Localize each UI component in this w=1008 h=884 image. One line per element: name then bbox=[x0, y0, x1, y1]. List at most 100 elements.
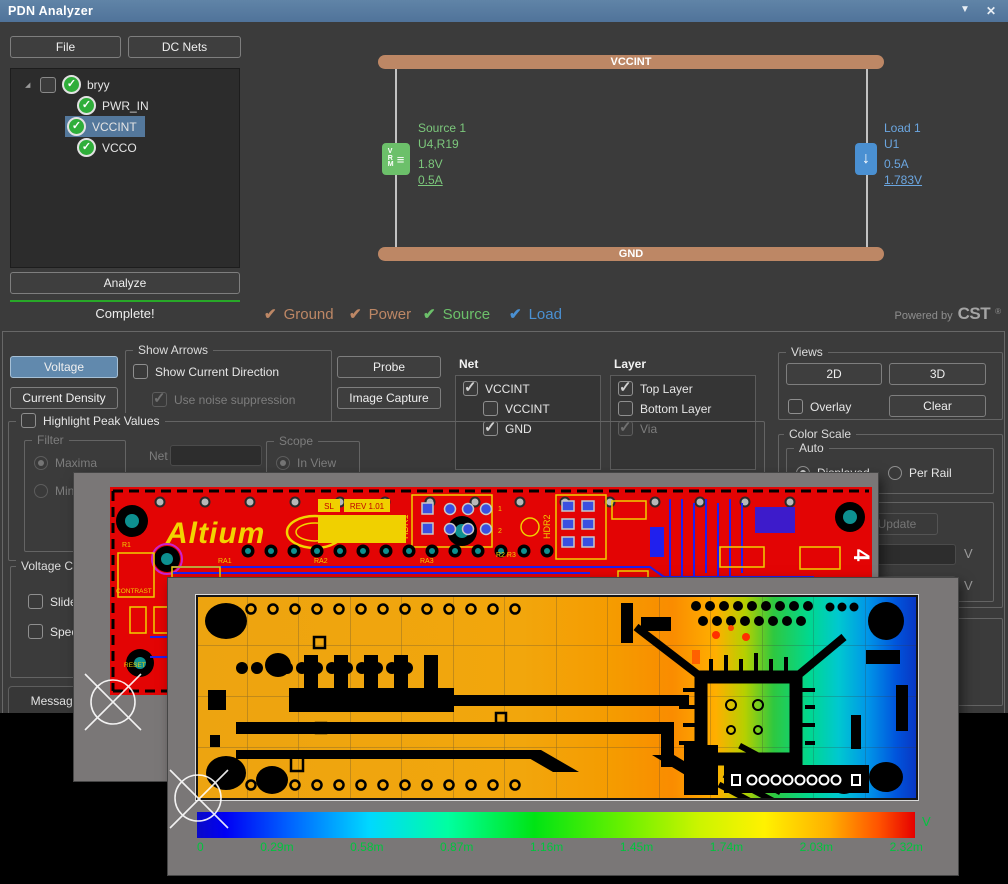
badge-sl: SL bbox=[324, 502, 334, 511]
view-2d-button[interactable]: 2D bbox=[786, 363, 882, 385]
check-icon: ✓ bbox=[62, 75, 81, 94]
registered-mark: ® bbox=[995, 307, 1001, 316]
net-checkbox[interactable] bbox=[463, 381, 478, 396]
analysis-status: Complete! bbox=[10, 306, 240, 321]
highlight-peak-checkbox[interactable] bbox=[21, 413, 36, 428]
tree-item-label: VCCO bbox=[102, 141, 137, 155]
dc-nets-button[interactable]: DC Nets bbox=[128, 36, 241, 58]
tree-item-vcco[interactable]: ✓ VCCO bbox=[11, 137, 239, 158]
titlebar[interactable]: PDN Analyzer ▼ ✕ bbox=[0, 0, 1008, 22]
legend-label: Ground bbox=[284, 306, 334, 323]
vrm-source-icon[interactable]: VRM ≡ bbox=[382, 143, 410, 175]
vrm-label: VRM bbox=[388, 149, 396, 169]
check-icon: ✓ bbox=[77, 96, 96, 115]
heatmap-graphic[interactable] bbox=[196, 595, 918, 800]
root-checkbox[interactable] bbox=[40, 77, 56, 93]
rail-gnd[interactable]: GND bbox=[378, 247, 884, 261]
maxima-radio-row: Maxima bbox=[34, 456, 97, 470]
silk-reset: RESET bbox=[124, 662, 146, 669]
radio-label: Maxima bbox=[55, 456, 97, 470]
net-item-vccint[interactable]: VCCINT bbox=[463, 381, 530, 396]
heatmap-board[interactable] bbox=[196, 595, 918, 800]
down-arrow-icon: ↓ bbox=[862, 150, 870, 168]
tree-item-pwr-in[interactable]: ✓ PWR_IN bbox=[11, 95, 239, 116]
layer-checkbox[interactable] bbox=[618, 401, 633, 416]
layer-label: Bottom Layer bbox=[640, 402, 711, 416]
tick-label: 0 bbox=[197, 840, 204, 854]
tree-item-vccint[interactable]: ✓ VCCINT bbox=[11, 116, 239, 137]
load-voltage[interactable]: 1.783V bbox=[884, 173, 922, 187]
hl-net-label: Net bbox=[144, 449, 173, 463]
in-view-radio-row: In View bbox=[276, 456, 336, 470]
clear-button[interactable]: Clear bbox=[889, 395, 986, 417]
legend-load: ✔ Load bbox=[509, 305, 562, 323]
layer-item-top[interactable]: Top Layer bbox=[618, 381, 693, 396]
tick-label: 2.03m bbox=[800, 840, 833, 854]
specific-values-checkbox[interactable] bbox=[28, 624, 43, 639]
dropdown-icon[interactable]: ▼ bbox=[960, 4, 970, 18]
analyze-button[interactable]: Analyze bbox=[10, 272, 240, 294]
current-density-mode-button[interactable]: Current Density bbox=[10, 387, 118, 409]
expander-icon[interactable]: ◢ bbox=[25, 81, 34, 89]
voltage-mode-button[interactable]: Voltage bbox=[10, 356, 118, 378]
image-capture-button[interactable]: Image Capture bbox=[337, 387, 441, 409]
legend-label: Source bbox=[443, 306, 491, 323]
source-name: Source 1 bbox=[418, 121, 466, 135]
file-button[interactable]: File bbox=[10, 36, 121, 58]
tick-label: 0.58m bbox=[350, 840, 383, 854]
badge-rev: REV 1.01 bbox=[350, 502, 385, 511]
radio-label: In View bbox=[297, 456, 336, 470]
tree-root-label: bryy bbox=[87, 78, 110, 92]
scale-min-unit: V bbox=[964, 578, 973, 593]
per-rail-radio[interactable] bbox=[888, 466, 902, 480]
check-icon: ✓ bbox=[77, 138, 96, 157]
close-icon[interactable]: ✕ bbox=[986, 4, 996, 18]
net-item-vccint-child[interactable]: VCCINT bbox=[483, 401, 550, 416]
net-label: VCCINT bbox=[505, 402, 550, 416]
highlight-peak-row[interactable]: Highlight Peak Values bbox=[16, 413, 165, 428]
layer-checkbox[interactable] bbox=[618, 381, 633, 396]
views-title: Views bbox=[786, 345, 828, 359]
rail-vccint[interactable]: VCCINT bbox=[378, 55, 884, 69]
silk-ra1: RA1 bbox=[218, 558, 232, 565]
show-current-direction-row[interactable]: Show Current Direction bbox=[133, 364, 279, 379]
filter-title: Filter bbox=[32, 433, 69, 447]
checkbox-label: Overlay bbox=[810, 400, 851, 414]
branding-prefix: Powered by bbox=[895, 310, 953, 322]
heatmap-window[interactable]: V 0 0.29m 0.58m 0.87m 1.16m 1.45m 1.74m … bbox=[168, 578, 958, 875]
hl-net-field[interactable] bbox=[170, 445, 262, 466]
layer-label: Top Layer bbox=[640, 382, 693, 396]
layer-group-title: Layer bbox=[614, 357, 646, 371]
layer-item-bottom[interactable]: Bottom Layer bbox=[618, 401, 711, 416]
silk-big-number: 4 bbox=[849, 549, 872, 562]
show-current-direction-checkbox[interactable] bbox=[133, 364, 148, 379]
tree-selection: ✓ VCCINT bbox=[65, 116, 145, 137]
tick-label: 0.87m bbox=[440, 840, 473, 854]
source-voltage[interactable]: 1.8V bbox=[418, 157, 443, 171]
load-icon[interactable]: ↓ bbox=[855, 143, 877, 175]
cst-logo: CST bbox=[958, 304, 991, 324]
per-rail-radio-row[interactable]: Per Rail bbox=[888, 466, 952, 480]
load-current[interactable]: 0.5A bbox=[884, 157, 909, 171]
source-current[interactable]: 0.5A bbox=[418, 173, 443, 187]
checkbox-label: Show Current Direction bbox=[155, 365, 279, 379]
menu-icon: ≡ bbox=[397, 152, 405, 167]
slider-row[interactable]: Slider bbox=[28, 594, 81, 609]
probe-button[interactable]: Probe bbox=[337, 356, 441, 378]
source-designators: U4,R19 bbox=[418, 137, 459, 151]
check-icon: ✔ bbox=[509, 305, 522, 323]
net-checkbox[interactable] bbox=[483, 401, 498, 416]
cst-branding: Powered by CST ® bbox=[895, 304, 1002, 324]
color-scale-bar bbox=[197, 812, 915, 838]
scale-unit-label: V bbox=[922, 814, 931, 829]
minima-radio bbox=[34, 484, 48, 498]
tree-item-root[interactable]: ◢ ✓ bryy bbox=[11, 74, 239, 95]
window-title: PDN Analyzer bbox=[0, 4, 93, 18]
overlay-row[interactable]: Overlay bbox=[788, 399, 851, 414]
overlay-checkbox[interactable] bbox=[788, 399, 803, 414]
color-scale-title: Color Scale bbox=[784, 427, 856, 441]
show-arrows-title: Show Arrows bbox=[133, 343, 213, 357]
slider-checkbox[interactable] bbox=[28, 594, 43, 609]
view-3d-button[interactable]: 3D bbox=[889, 363, 986, 385]
load-name: Load 1 bbox=[884, 121, 921, 135]
